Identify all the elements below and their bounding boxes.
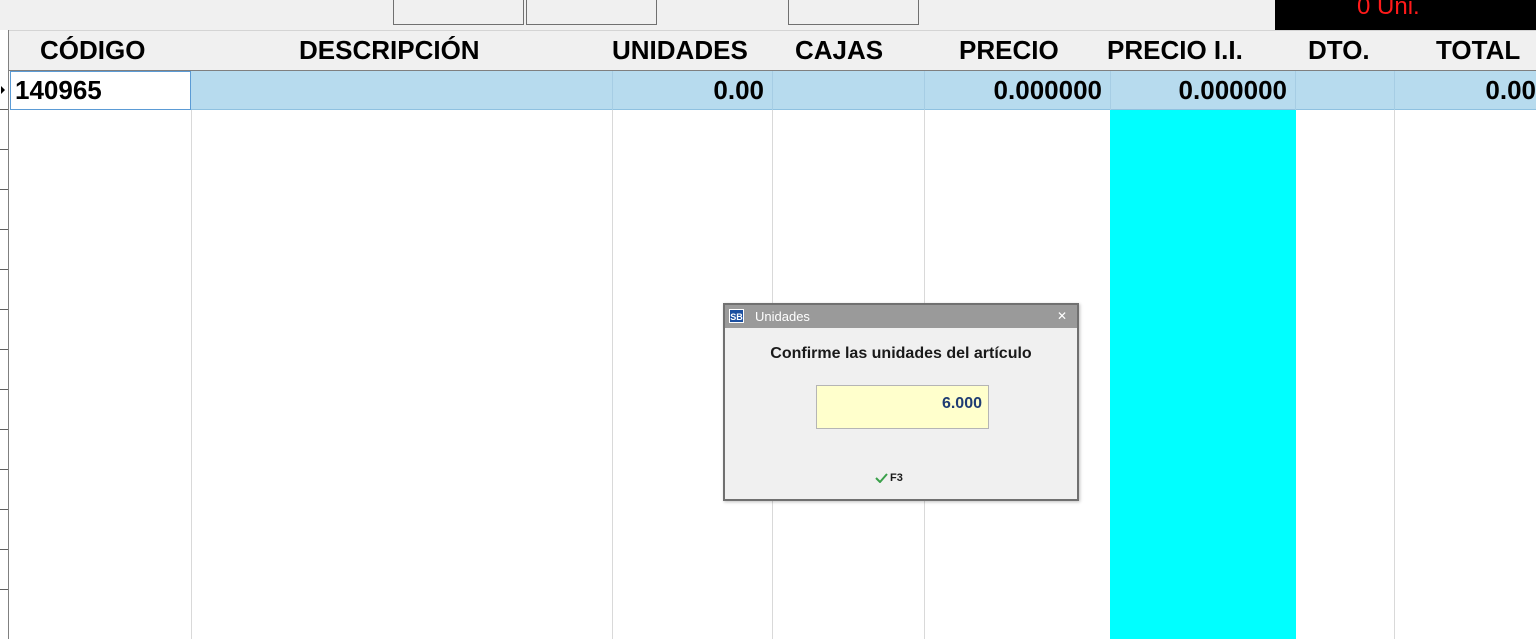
close-icon[interactable]: ✕ <box>1055 309 1069 323</box>
cell-precio-ii[interactable]: 0.000000 <box>1110 71 1295 110</box>
table-row[interactable]: 140965 0.00 0.000000 0.000000 0.00 <box>9 71 1536 110</box>
precio-ii-column-highlight <box>1110 110 1296 639</box>
units-input-value: 6.000 <box>941 395 982 412</box>
top-toolbar: 0 Uni. <box>0 0 1536 31</box>
column-divider <box>1394 110 1395 639</box>
gutter-tick <box>0 109 8 110</box>
gutter-tick <box>0 149 8 150</box>
app-logo-icon: SB <box>729 309 744 323</box>
cell-dto[interactable] <box>1295 71 1394 110</box>
gutter-tick <box>0 189 8 190</box>
column-header-codigo[interactable]: CÓDIGO <box>40 31 190 70</box>
column-header-descripcion[interactable]: DESCRIPCIÓN <box>299 31 539 70</box>
gutter-tick <box>0 549 8 550</box>
units-input[interactable]: 6.000 <box>816 385 989 429</box>
toolbar-field-1[interactable] <box>393 0 524 25</box>
units-total-text: 0 Uni. <box>1357 0 1420 20</box>
check-icon <box>875 473 888 484</box>
gutter-tick <box>0 509 8 510</box>
confirm-label: F3 <box>890 472 903 484</box>
column-header-dto[interactable]: DTO. <box>1308 31 1388 70</box>
units-confirm-dialog: SB Unidades ✕ Confirme las unidades del … <box>723 303 1079 501</box>
cell-precio[interactable]: 0.000000 <box>924 71 1110 110</box>
gutter-tick <box>0 429 8 430</box>
column-header-precio-ii[interactable]: PRECIO I.I. <box>1107 31 1287 70</box>
gutter-tick <box>0 309 8 310</box>
dialog-message: Confirme las unidades del artículo <box>770 345 1032 362</box>
sales-grid-window: 0 Uni. CÓDIGO DESCRIPCIÓN UNIDADES CAJAS… <box>0 0 1536 639</box>
column-divider <box>612 110 613 639</box>
confirm-f3-button[interactable]: F3 <box>875 469 903 487</box>
gutter-tick <box>0 349 8 350</box>
gutter-tick <box>0 229 8 230</box>
gutter-tick <box>0 469 8 470</box>
column-header-precio[interactable]: PRECIO <box>959 31 1084 70</box>
units-total-display: 0 Uni. <box>1275 0 1536 30</box>
column-header-unidades[interactable]: UNIDADES <box>612 31 782 70</box>
cell-total[interactable]: 0.00 <box>1394 71 1536 110</box>
toolbar-field-2[interactable] <box>526 0 657 25</box>
cell-descripcion[interactable] <box>195 71 612 110</box>
cell-cajas[interactable] <box>772 71 924 110</box>
cell-codigo[interactable]: 140965 <box>10 71 191 110</box>
gutter-tick <box>0 589 8 590</box>
toolbar-field-3[interactable] <box>788 0 919 25</box>
dialog-titlebar[interactable]: SB Unidades ✕ <box>725 305 1077 328</box>
column-divider <box>191 110 192 639</box>
dialog-title: Unidades <box>755 309 810 324</box>
grid-header: CÓDIGO DESCRIPCIÓN UNIDADES CAJAS PRECIO… <box>9 31 1536 71</box>
cell-unidades[interactable]: 0.00 <box>612 71 772 110</box>
gutter-tick <box>0 269 8 270</box>
row-indicator-gutter <box>0 30 9 639</box>
current-row-pointer-icon <box>1 86 5 94</box>
column-header-total[interactable]: TOTAL <box>1436 31 1536 70</box>
gutter-tick <box>0 389 8 390</box>
column-header-cajas[interactable]: CAJAS <box>795 31 920 70</box>
